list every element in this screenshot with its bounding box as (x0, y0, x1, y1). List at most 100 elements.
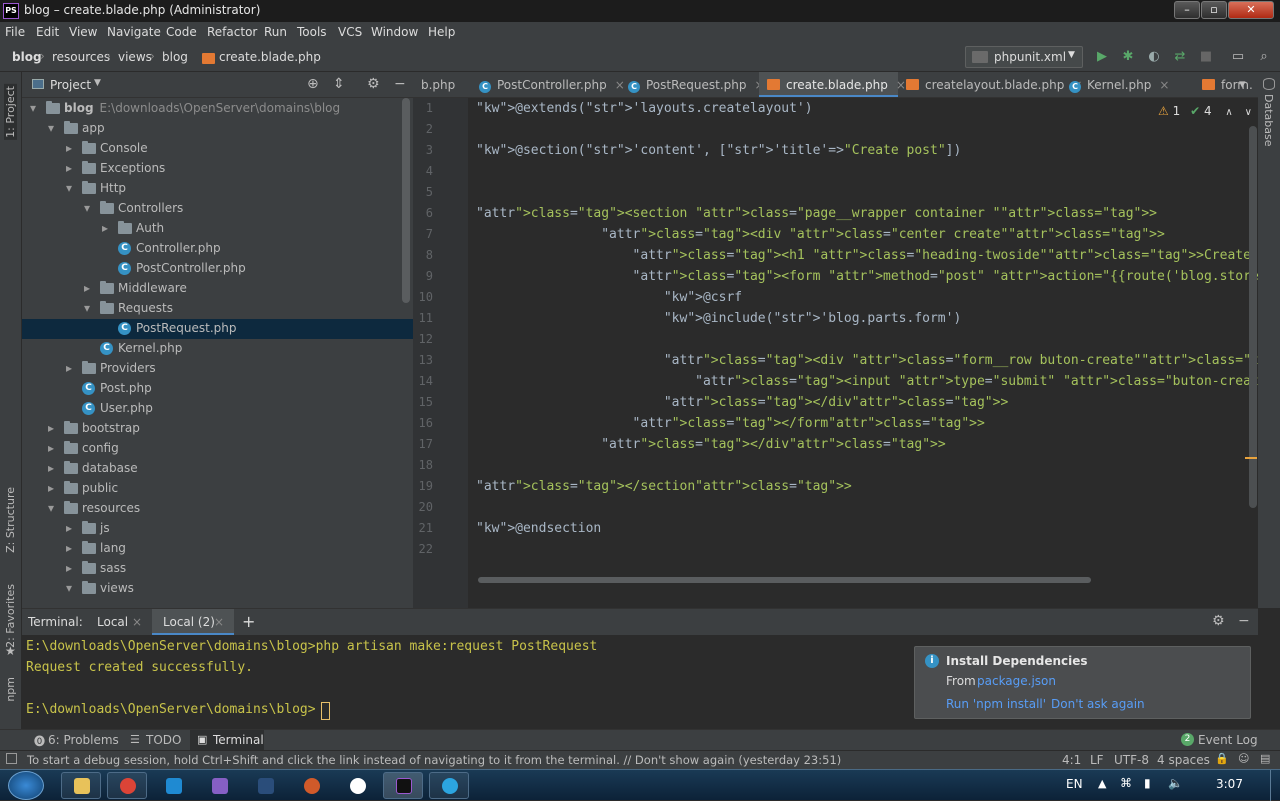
tree-item[interactable]: C Kernel.php (22, 339, 413, 359)
volume-icon[interactable]: 🔈 (1168, 776, 1183, 790)
status-message[interactable]: To start a debug session, hold Ctrl+Shif… (27, 753, 841, 767)
chevron-down-icon[interactable]: ▾ (48, 501, 58, 515)
visual-studio-taskbar-button[interactable] (199, 772, 239, 799)
explorer-taskbar-button[interactable] (61, 772, 101, 799)
chevron-right-icon[interactable]: ▸ (102, 221, 112, 235)
tree-item[interactable]: ▸ public (22, 479, 413, 499)
tree-item[interactable]: ▸ sass (22, 559, 413, 579)
breadcrumb-item[interactable]: views (118, 50, 152, 64)
chevron-right-icon[interactable]: ▸ (48, 481, 58, 495)
inspection-widget[interactable]: ⚠ 1 ✔ 4 ∧ ∨ (1158, 104, 1252, 118)
tree-item[interactable]: ▸ lang (22, 539, 413, 559)
menu-navigate[interactable]: Navigate (107, 25, 161, 39)
stop-icon[interactable]: ■ (1198, 49, 1214, 65)
package-json-link[interactable]: package.json (977, 674, 1056, 688)
minimize-button[interactable]: – (1174, 1, 1200, 19)
menu-view[interactable]: View (69, 25, 97, 39)
chevron-down-icon[interactable]: ▾ (30, 101, 40, 115)
chevron-down-icon[interactable]: ▾ (66, 581, 76, 595)
code-editor[interactable]: "kw">@extends("str">'layouts.createlayou… (468, 98, 1258, 608)
tree-item[interactable]: ▾ blog E:\downloads\OpenServer\domains\blo… (22, 99, 413, 119)
menu-tools[interactable]: Tools (297, 25, 327, 39)
breadcrumb-item[interactable]: blog (162, 50, 188, 64)
chevron-down-icon[interactable]: ▼ (94, 78, 101, 88)
terminal-tab-local[interactable]: Local (97, 615, 128, 629)
breadcrumb-item[interactable]: blog (12, 50, 42, 64)
chevron-right-icon[interactable]: ▸ (66, 361, 76, 375)
tree-item[interactable]: C PostRequest.php (22, 319, 413, 339)
event-log-tab[interactable]: Event Log (1198, 733, 1258, 747)
chrome-taskbar-button[interactable] (107, 772, 147, 799)
close-window-button[interactable]: ✕ (1228, 1, 1274, 19)
hide-panel-icon[interactable]: − (1238, 613, 1250, 629)
inspector-icon[interactable]: ☺ (1238, 752, 1249, 765)
chevron-right-icon[interactable]: ▸ (84, 281, 94, 295)
locate-icon[interactable]: ⊕ (307, 76, 319, 92)
tree-item[interactable]: ▸ database (22, 459, 413, 479)
gear-icon[interactable]: ⚙ (1212, 613, 1225, 629)
tree-item[interactable]: ▾ Http (22, 179, 413, 199)
search-icon[interactable]: ⌕ (1256, 49, 1272, 65)
show-desktop-button[interactable] (1270, 770, 1280, 801)
chevron-right-icon[interactable]: ▸ (66, 561, 76, 575)
menu-code[interactable]: Code (166, 25, 197, 39)
problems-tab[interactable]: 6: Problems (48, 733, 119, 747)
chevron-down-icon[interactable]: ▾ (48, 121, 58, 135)
start-button[interactable] (8, 771, 44, 800)
tree-item[interactable]: ▸ config (22, 439, 413, 459)
lock-icon[interactable]: 🔒 (1215, 752, 1229, 765)
editor-tab[interactable]: C PostController.php × (471, 72, 625, 97)
tree-scrollbar[interactable] (402, 98, 410, 303)
app-taskbar-button[interactable] (337, 772, 377, 799)
caret-position[interactable]: 4:1 (1062, 753, 1081, 767)
maximize-button[interactable]: ▫ (1201, 1, 1227, 19)
profile-icon[interactable]: ⇄ (1172, 49, 1188, 65)
chevron-right-icon[interactable]: ▸ (48, 421, 58, 435)
vscode-taskbar-button[interactable] (153, 772, 193, 799)
chevron-right-icon[interactable]: ▸ (66, 161, 76, 175)
tray-arrow-icon[interactable]: ▲ (1098, 777, 1106, 790)
chevron-down-icon[interactable]: ▾ (66, 181, 76, 195)
gear-icon[interactable]: ⚙ (367, 76, 380, 92)
tree-item[interactable]: ▾ Controllers (22, 199, 413, 219)
chevron-right-icon[interactable]: ▸ (66, 141, 76, 155)
keyboard-language[interactable]: EN (1066, 777, 1083, 791)
close-icon[interactable]: × (214, 615, 224, 629)
database-tool-tab[interactable]: Database (1262, 94, 1275, 147)
run-npm-install-link[interactable]: Run 'npm install' (946, 697, 1046, 711)
chevron-down-icon[interactable]: ▾ (1239, 77, 1246, 92)
line-separator[interactable]: LF (1090, 753, 1104, 767)
tree-item[interactable]: C Controller.php (22, 239, 413, 259)
chevron-down-icon[interactable]: ▾ (84, 201, 94, 215)
tree-item[interactable]: ▸ Exceptions (22, 159, 413, 179)
tree-item[interactable]: C PostController.php (22, 259, 413, 279)
chevron-right-icon[interactable]: ▸ (48, 461, 58, 475)
favorites-tool-tab[interactable]: 2: Favorites (4, 584, 17, 648)
structure-tool-tab[interactable]: Z: Structure (4, 487, 17, 553)
menu-refactor[interactable]: Refactor (207, 25, 257, 39)
chevron-down-icon[interactable]: ▾ (84, 301, 94, 315)
tree-item[interactable]: C User.php (22, 399, 413, 419)
menu-file[interactable]: File (5, 25, 25, 39)
new-terminal-plus-icon[interactable]: + (242, 612, 255, 631)
warning-marker[interactable] (1245, 457, 1257, 459)
tree-item[interactable]: ▸ Auth (22, 219, 413, 239)
project-tool-tab[interactable]: 1: Project (4, 84, 17, 140)
npm-tool-tab[interactable]: npm (4, 677, 17, 702)
menu-window[interactable]: Window (371, 25, 418, 39)
editor-tab[interactable]: create.blade.php × (759, 72, 906, 97)
tree-item[interactable]: ▾ app (22, 119, 413, 139)
tree-item[interactable]: ▸ bootstrap (22, 419, 413, 439)
hide-panel-icon[interactable]: − (394, 76, 406, 92)
phpstorm-taskbar-button[interactable] (383, 772, 423, 799)
chevron-up-icon[interactable]: ∧ (1225, 107, 1232, 118)
editor-tab[interactable]: CPostRequest.php× (620, 72, 765, 97)
editor-tab[interactable]: form. (1194, 72, 1258, 97)
menu-vcs[interactable]: VCS (338, 25, 362, 39)
tree-item[interactable]: ▸ Providers (22, 359, 413, 379)
indent-setting[interactable]: 4 spaces (1157, 753, 1210, 767)
chevron-down-icon[interactable]: ∨ (1245, 107, 1252, 118)
run-icon[interactable]: ▶ (1094, 49, 1110, 65)
project-panel-title[interactable]: Project (50, 78, 91, 92)
editor-tab[interactable]: b.php (413, 72, 471, 97)
